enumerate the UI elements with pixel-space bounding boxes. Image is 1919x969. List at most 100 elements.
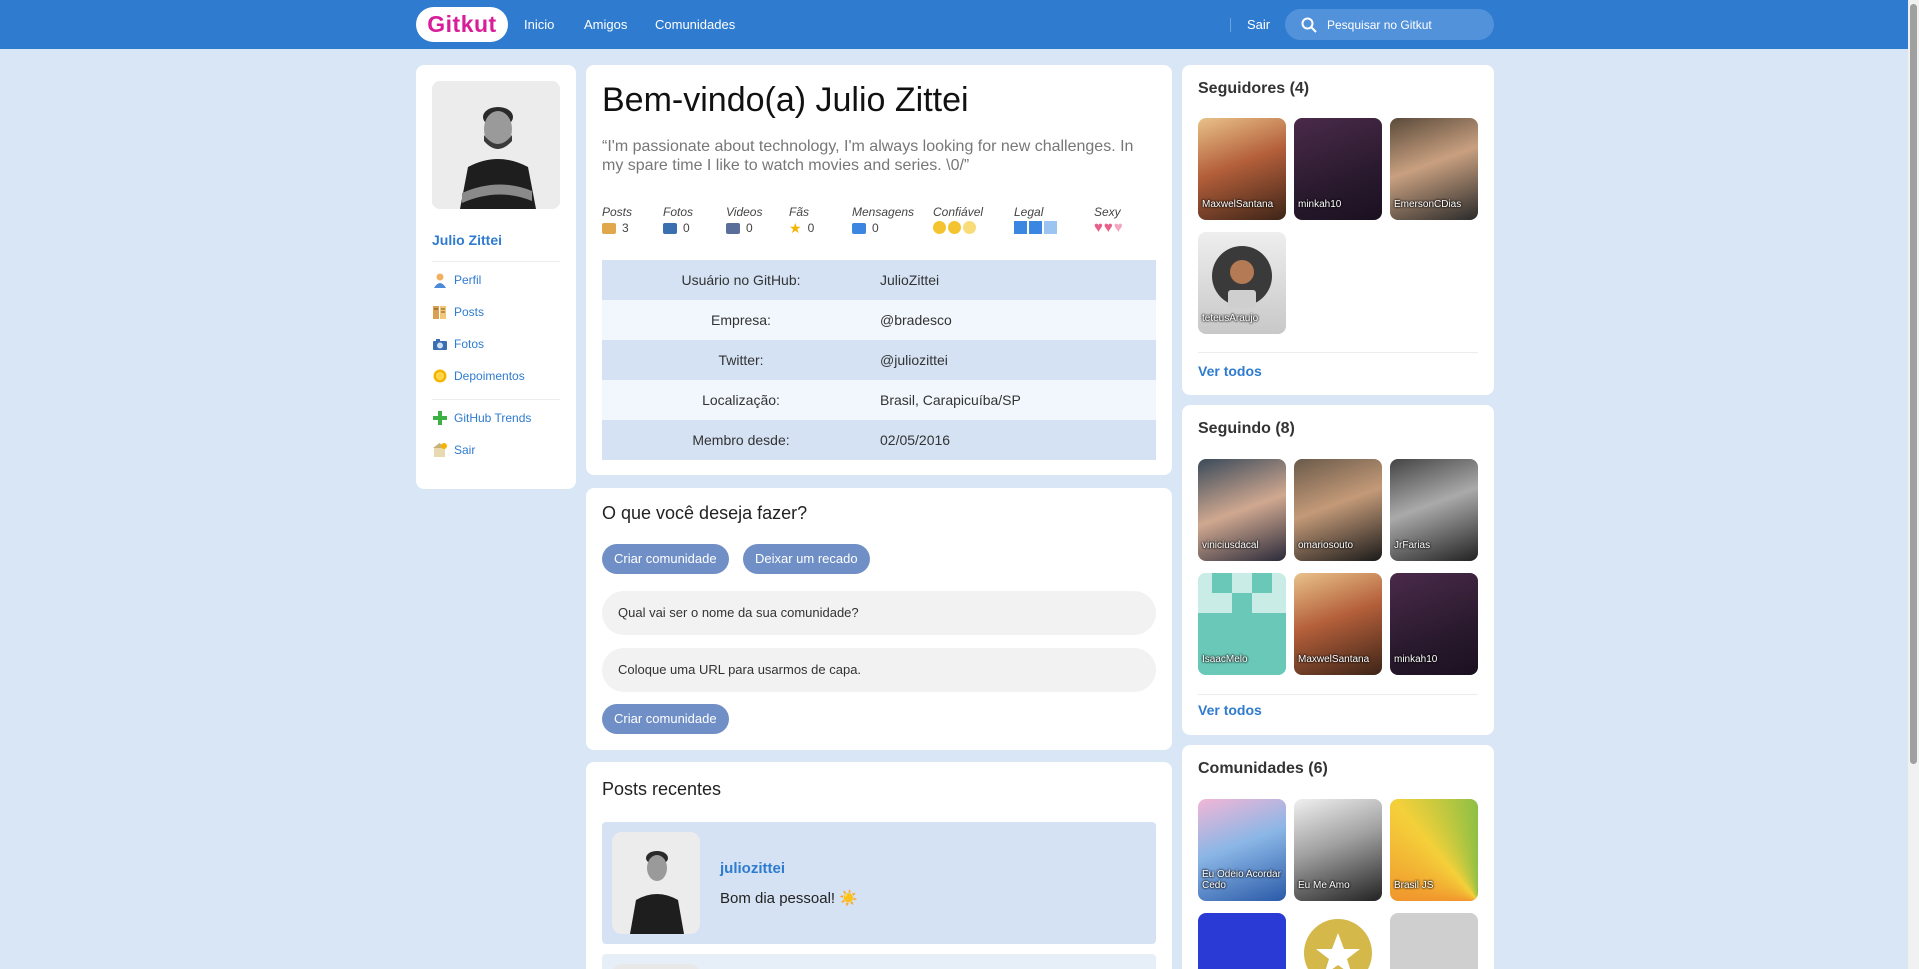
mail-icon bbox=[852, 222, 866, 234]
ice-cube-icon bbox=[1044, 221, 1057, 234]
gitkut-logo[interactable]: Gitkut bbox=[416, 7, 508, 42]
stat-label: Legal bbox=[1014, 205, 1044, 219]
community-name: Brasil JS bbox=[1394, 880, 1434, 891]
post-text: Bom dia pessoal! ☀️ bbox=[720, 890, 858, 907]
community-thumb[interactable] bbox=[1390, 913, 1478, 969]
camera-icon bbox=[663, 222, 677, 234]
follower-avatar[interactable]: minkah10 bbox=[1294, 118, 1382, 220]
user-name: MaxwelSantana bbox=[1202, 199, 1274, 210]
community-thumb[interactable]: Eu Me Amo bbox=[1294, 799, 1382, 901]
nav-inicio[interactable]: Inicio bbox=[524, 17, 554, 32]
info-key: Localização: bbox=[702, 392, 780, 408]
see-all-following-link[interactable]: Ver todos bbox=[1198, 702, 1262, 718]
menu-label: Sair bbox=[454, 443, 476, 457]
profile-avatar[interactable] bbox=[432, 81, 560, 209]
community-name: Eu Odeio Acordar Cedo bbox=[1202, 869, 1281, 891]
scrollbar-thumb[interactable] bbox=[1910, 4, 1917, 764]
community-thumb[interactable]: Brasil JS bbox=[1390, 799, 1478, 901]
nav-comunidades[interactable]: Comunidades bbox=[655, 17, 735, 32]
profile-bio: “I'm passionate about technology, I'm al… bbox=[602, 138, 1134, 174]
follower-avatar[interactable]: MaxwelSantana bbox=[1198, 118, 1286, 220]
menu-sair[interactable]: Sair bbox=[432, 441, 475, 459]
section-title: Posts recentes bbox=[602, 779, 722, 799]
stat-mensagens: Mensagens 0 bbox=[852, 205, 914, 235]
following-avatar[interactable]: viniciusdacal bbox=[1198, 459, 1286, 561]
heart-icon: ♥ bbox=[1103, 219, 1113, 236]
smiley-icon bbox=[933, 221, 946, 234]
heart-icon: ♥ bbox=[1094, 219, 1103, 236]
see-all-followers-link[interactable]: Ver todos bbox=[1198, 363, 1262, 379]
post-avatar[interactable] bbox=[612, 964, 700, 969]
star-icon: ★ bbox=[789, 220, 802, 236]
table-row: Twitter: @juliozittei bbox=[602, 340, 1156, 380]
community-name-input[interactable]: Qual vai ser o nome da sua comunidade? bbox=[602, 591, 1156, 635]
user-name: EmersonCDias bbox=[1394, 199, 1462, 210]
stat-label: Sexy bbox=[1094, 205, 1121, 219]
follower-avatar[interactable]: teteusAraujo bbox=[1198, 232, 1286, 334]
post-author[interactable]: juliozittei bbox=[720, 860, 785, 877]
community-thumb[interactable] bbox=[1198, 913, 1286, 969]
menu-fotos[interactable]: Fotos bbox=[432, 335, 484, 353]
menu-label: Fotos bbox=[454, 337, 485, 351]
stat-label: Fãs bbox=[789, 205, 810, 219]
stat-value: 0 bbox=[807, 221, 815, 235]
user-name: teteusAraujo bbox=[1202, 313, 1259, 324]
following-card: Seguindo (8) viniciusdacal omariosouto J… bbox=[1182, 405, 1494, 735]
book-icon bbox=[432, 304, 448, 320]
divider bbox=[432, 261, 560, 262]
following-avatar[interactable]: JrFarias bbox=[1390, 459, 1478, 561]
user-name: MaxwelSantana bbox=[1298, 654, 1370, 665]
smiley-icon bbox=[963, 221, 976, 234]
info-value: Brasil, Carapicuíba/SP bbox=[880, 392, 1021, 408]
heart-icon: ♥ bbox=[1113, 219, 1123, 236]
communities-title: Comunidades (6) bbox=[1198, 760, 1328, 777]
book-icon bbox=[602, 222, 616, 234]
search-input[interactable]: Pesquisar no Gitkut bbox=[1285, 9, 1494, 40]
table-row: Usuário no GitHub: JulioZittei bbox=[602, 260, 1156, 300]
menu-label: Posts bbox=[454, 305, 485, 319]
following-avatar[interactable]: omariosouto bbox=[1294, 459, 1382, 561]
stat-sexy: Sexy ♥ ♥ ♥ bbox=[1094, 205, 1123, 236]
nav-amigos[interactable]: Amigos bbox=[584, 17, 627, 32]
search-placeholder: Pesquisar no Gitkut bbox=[1327, 18, 1432, 32]
stat-value: 0 bbox=[872, 221, 879, 235]
stat-fas: Fãs ★ 0 bbox=[789, 205, 814, 235]
create-community-button[interactable]: Criar comunidade bbox=[602, 704, 729, 734]
menu-depoimentos[interactable]: Depoimentos bbox=[432, 367, 525, 385]
leave-message-tab[interactable]: Deixar um recado bbox=[743, 544, 870, 574]
community-url-input[interactable]: Coloque uma URL para usarmos de capa. bbox=[602, 648, 1156, 692]
following-avatar[interactable]: MaxwelSantana bbox=[1294, 573, 1382, 675]
following-avatar[interactable]: minkah10 bbox=[1390, 573, 1478, 675]
video-camera-icon bbox=[726, 222, 740, 234]
stat-videos: Videos 0 bbox=[726, 205, 762, 235]
menu-perfil[interactable]: Perfil bbox=[432, 271, 481, 289]
page-scrollbar[interactable] bbox=[1908, 0, 1919, 969]
profile-name[interactable]: Julio Zittei bbox=[432, 232, 502, 248]
menu-label: GitHub Trends bbox=[454, 411, 532, 425]
plus-icon bbox=[432, 410, 448, 426]
stat-legal: Legal bbox=[1014, 205, 1057, 234]
community-thumb[interactable]: Eu Odeio Acordar Cedo bbox=[1198, 799, 1286, 901]
logout-link[interactable]: Sair bbox=[1247, 17, 1270, 32]
community-thumb[interactable] bbox=[1294, 913, 1382, 969]
post-item: juliozittei Bom dia pessoal! ☀️ bbox=[602, 822, 1156, 944]
following-avatar[interactable]: IsaacMelo bbox=[1198, 573, 1286, 675]
profile-sidebar: Julio Zittei Perfil Posts Fotos Depoimen… bbox=[416, 65, 576, 489]
recent-posts-card: Posts recentes juliozittei Bom dia pesso… bbox=[586, 762, 1172, 969]
stat-label: Confiável bbox=[933, 205, 984, 219]
follower-avatar[interactable]: EmersonCDias bbox=[1390, 118, 1478, 220]
profile-stats: Posts 3 Fotos 0 Videos 0 Fãs ★ 0 Mensagen… bbox=[602, 205, 1162, 245]
menu-posts[interactable]: Posts bbox=[432, 303, 484, 321]
community-name: Eu Me Amo bbox=[1298, 880, 1350, 891]
camera-icon bbox=[432, 336, 448, 352]
sun-icon bbox=[432, 368, 448, 384]
info-value: JulioZittei bbox=[880, 272, 940, 288]
stat-label: Mensagens bbox=[852, 205, 915, 219]
create-community-tab[interactable]: Criar comunidade bbox=[602, 544, 729, 574]
stat-value: 3 bbox=[622, 221, 629, 235]
welcome-title: Bem-vindo(a) Julio Zittei bbox=[602, 81, 969, 119]
post-avatar[interactable] bbox=[612, 832, 700, 934]
info-value: @bradesco bbox=[880, 312, 952, 328]
divider bbox=[1198, 694, 1478, 695]
menu-github-trends[interactable]: GitHub Trends bbox=[432, 409, 531, 427]
